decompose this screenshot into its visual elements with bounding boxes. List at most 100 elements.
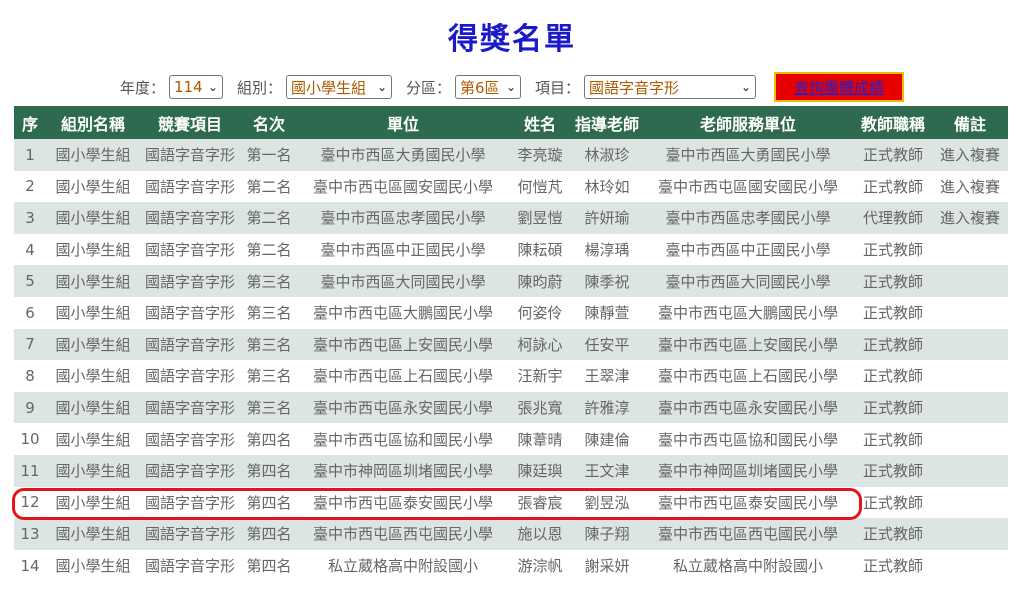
col-header-teacher: 指導老師 <box>572 106 642 139</box>
cell-teacher-title: 正式教師 <box>854 360 932 392</box>
cell-teacher-unit: 臺中市西屯區上石國民小學 <box>642 360 854 392</box>
cell-group: 國小學生組 <box>46 233 140 266</box>
cell-teacher-unit: 臺中市西區中正國民小學 <box>642 233 854 266</box>
cell-index: 13 <box>14 518 46 550</box>
cell-group: 國小學生組 <box>46 139 140 171</box>
item-select[interactable]: 國語字音字形 ⌄ <box>584 75 757 99</box>
cell-teacher-title: 正式教師 <box>854 549 932 582</box>
cell-teacher: 任安平 <box>572 328 642 361</box>
query-team-results-button[interactable]: 查詢團體成績 <box>774 72 905 102</box>
cell-unit: 臺中市西區中正國民小學 <box>298 233 508 266</box>
cell-name: 汪新宇 <box>508 360 572 392</box>
cell-unit: 臺中市西屯區協和國民小學 <box>298 423 508 455</box>
year-label: 年度： <box>119 78 165 97</box>
cell-group: 國小學生組 <box>46 518 140 550</box>
cell-name: 張兆寬 <box>508 391 572 424</box>
cell-rank: 第一名 <box>240 139 298 171</box>
chevron-down-icon: ⌄ <box>376 80 387 94</box>
cell-remark <box>932 518 1008 550</box>
cell-teacher-unit: 臺中市西屯區西屯國民小學 <box>642 518 854 550</box>
cell-rank: 第二名 <box>240 233 298 266</box>
cell-remark <box>932 360 1008 392</box>
cell-teacher-title: 正式教師 <box>854 233 932 266</box>
cell-index: 5 <box>14 265 46 297</box>
cell-remark: 進入複賽 <box>932 139 1008 171</box>
cell-teacher: 王翠津 <box>572 360 642 392</box>
cell-group: 國小學生組 <box>46 328 140 361</box>
cell-name: 陳昀蔚 <box>508 265 572 297</box>
cell-group: 國小學生組 <box>46 486 140 519</box>
cell-teacher: 林玲如 <box>572 170 642 203</box>
col-header-unit: 單位 <box>298 106 508 139</box>
group-select[interactable]: 國小學生組 ⌄ <box>286 75 392 99</box>
cell-remark <box>932 233 1008 266</box>
cell-teacher-title: 正式教師 <box>854 139 932 171</box>
cell-rank: 第四名 <box>240 486 298 519</box>
cell-name: 陳葦晴 <box>508 423 572 455</box>
cell-index: 7 <box>14 328 46 361</box>
cell-name: 游淙帆 <box>508 549 572 582</box>
cell-name: 張睿宸 <box>508 486 572 519</box>
cell-teacher-title: 代理教師 <box>854 202 932 234</box>
table-row: 14 國小學生組 國語字音字形 第四名 私立葳格高中附設國小 游淙帆 謝采妍 私立葳格高中附設… <box>14 549 1008 582</box>
cell-group: 國小學生組 <box>46 423 140 455</box>
cell-teacher: 陳季祝 <box>572 265 642 297</box>
cell-name: 劉昱愷 <box>508 202 572 234</box>
cell-unit: 臺中市西屯區泰安國民小學 <box>298 486 508 519</box>
cell-event: 國語字音字形 <box>140 328 240 361</box>
chevron-down-icon: ⌄ <box>207 80 218 94</box>
cell-teacher: 許雅淳 <box>572 391 642 424</box>
cell-name: 陳廷璵 <box>508 454 572 487</box>
district-select[interactable]: 第6區 ⌄ <box>455 75 522 99</box>
cell-unit: 私立葳格高中附設國小 <box>298 549 508 582</box>
table-row: 10 國小學生組 國語字音字形 第四名 臺中市西屯區協和國民小學 陳葦晴 陳建倫 臺中市西屯區… <box>14 423 1008 455</box>
cell-remark <box>932 423 1008 455</box>
col-header-teacher-unit: 老師服務單位 <box>642 106 854 139</box>
cell-index: 2 <box>14 170 46 203</box>
cell-index: 9 <box>14 391 46 424</box>
cell-event: 國語字音字形 <box>140 518 240 550</box>
cell-unit: 臺中市西屯區西屯國民小學 <box>298 518 508 550</box>
cell-name: 施以恩 <box>508 518 572 550</box>
cell-unit: 臺中市西屯區上石國民小學 <box>298 360 508 392</box>
cell-teacher-unit: 臺中市西區大同國民小學 <box>642 265 854 297</box>
cell-name: 何姿伶 <box>508 296 572 329</box>
item-label: 項目： <box>535 78 581 97</box>
cell-teacher: 謝采妍 <box>572 549 642 582</box>
cell-rank: 第三名 <box>240 328 298 361</box>
district-select-value: 第6區 <box>460 78 500 97</box>
cell-index: 11 <box>14 454 46 487</box>
cell-event: 國語字音字形 <box>140 423 240 455</box>
cell-name: 陳耘碩 <box>508 233 572 266</box>
chevron-down-icon: ⌄ <box>505 80 517 94</box>
table-row: 7 國小學生組 國語字音字形 第三名 臺中市西屯區上安國民小學 柯詠心 任安平 臺中市西屯區上… <box>14 328 1008 361</box>
col-header-name: 姓名 <box>508 106 572 139</box>
table-row: 5 國小學生組 國語字音字形 第三名 臺中市西區大同國民小學 陳昀蔚 陳季祝 臺中市西區大同國… <box>14 265 1008 297</box>
cell-event: 國語字音字形 <box>140 391 240 424</box>
page-title: 得獎名單 <box>448 22 576 57</box>
cell-remark <box>932 296 1008 329</box>
cell-teacher-unit: 臺中市西區大勇國民小學 <box>642 139 854 171</box>
cell-teacher: 陳子翔 <box>572 518 642 550</box>
cell-unit: 臺中市西屯區永安國民小學 <box>298 391 508 424</box>
table-row: 11 國小學生組 國語字音字形 第四名 臺中市神岡區圳堵國民小學 陳廷璵 王文津 臺中市神岡區… <box>14 454 1008 487</box>
cell-rank: 第四名 <box>240 549 298 582</box>
cell-teacher-title: 正式教師 <box>854 170 932 203</box>
cell-teacher-title: 正式教師 <box>854 296 932 329</box>
cell-teacher-title: 正式教師 <box>854 486 932 519</box>
cell-teacher-unit: 臺中市西屯區協和國民小學 <box>642 423 854 455</box>
awards-table: 序 組別名稱 競賽項目 名次 單位 姓名 指導老師 老師服務單位 教師職稱 備註… <box>14 106 1008 582</box>
cell-rank: 第三名 <box>240 391 298 424</box>
cell-group: 國小學生組 <box>46 454 140 487</box>
cell-event: 國語字音字形 <box>140 296 240 329</box>
cell-teacher-unit: 臺中市西屯區上安國民小學 <box>642 328 854 361</box>
year-select-value: 114 <box>173 78 203 96</box>
cell-group: 國小學生組 <box>46 296 140 329</box>
table-row: 1 國小學生組 國語字音字形 第一名 臺中市西區大勇國民小學 李亮璇 林淑珍 臺中市西區大勇國… <box>14 139 1008 171</box>
chevron-down-icon: ⌄ <box>740 80 752 94</box>
year-select[interactable]: 114 ⌄ <box>168 75 223 99</box>
cell-index: 12 <box>14 486 46 519</box>
cell-index: 3 <box>14 202 46 234</box>
cell-index: 6 <box>14 296 46 329</box>
cell-event: 國語字音字形 <box>140 265 240 297</box>
